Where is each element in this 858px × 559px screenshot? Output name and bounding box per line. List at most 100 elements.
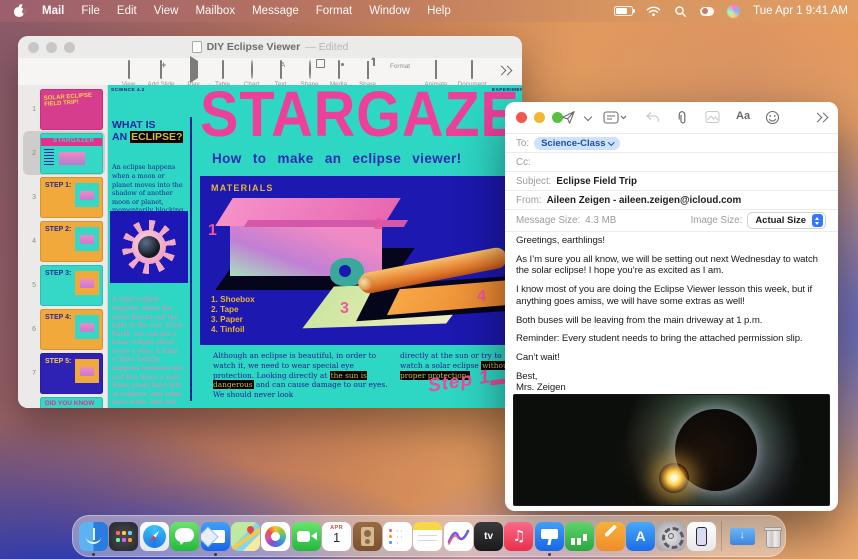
dock-music[interactable]: ♫ [504, 522, 533, 551]
slide-heading-line2: AN ECLIPSE? [112, 131, 190, 143]
menu-help[interactable]: Help [427, 5, 451, 17]
materials-item: 2. Tape [211, 305, 255, 315]
body-signature: Mrs. Zeigen [516, 382, 828, 393]
view-button[interactable]: View [114, 61, 143, 88]
dock-freeform[interactable] [444, 522, 473, 551]
slide-thumbnail-3[interactable]: STEP 1: [40, 177, 103, 218]
slide-thumbnail-6[interactable]: STEP 4: [40, 309, 103, 350]
mail-message-body[interactable]: Greetings, earthlings! As I’m sure you a… [516, 235, 828, 393]
dock-separator [721, 521, 722, 551]
dock-pages[interactable] [596, 522, 625, 551]
dock-photos[interactable] [261, 522, 290, 551]
dock-system-settings[interactable] [656, 522, 685, 551]
dock-iphone-mirroring[interactable] [687, 522, 716, 551]
dock-launchpad[interactable] [109, 522, 138, 551]
shape-button[interactable]: Shape [295, 61, 324, 88]
toolbar-overflow-chevron-icon[interactable] [498, 66, 512, 76]
dock-messages[interactable] [170, 522, 199, 551]
slide-thumbnail-1[interactable]: SOLAR ECLIPSE FIELD TRIP! [40, 89, 103, 130]
dock-calendar[interactable]: APR1 [322, 522, 351, 551]
battery-icon[interactable] [614, 6, 633, 16]
siri-icon[interactable] [727, 5, 740, 18]
from-value: Aileen Zeigen - aileen.zeigen@icloud.com [547, 195, 742, 206]
slide-thumbnail-2[interactable]: STARGAZER [40, 133, 103, 174]
recipient-token[interactable]: Science-Class [534, 137, 620, 150]
menu-file[interactable]: File [81, 5, 100, 17]
animate-button[interactable]: Animate [418, 61, 454, 88]
dock-maps[interactable] [231, 522, 260, 551]
control-center-icon[interactable] [700, 7, 714, 16]
cc-field[interactable]: Cc: [505, 152, 838, 172]
chart-button[interactable]: Chart [237, 61, 266, 88]
dock-numbers[interactable] [565, 522, 594, 551]
body-signoff: Best, [516, 371, 828, 383]
format-text-button[interactable]: Aa [736, 110, 750, 122]
dock-app-store[interactable]: A [626, 522, 655, 551]
emoji-icon[interactable] [765, 110, 780, 125]
close-button[interactable] [516, 112, 527, 123]
dock-keynote[interactable] [535, 522, 564, 551]
menu-edit[interactable]: Edit [117, 5, 137, 17]
material-number-4: 4 [477, 288, 486, 306]
toolbar-overflow-chevron-icon[interactable] [814, 113, 828, 123]
dock-finder[interactable] [79, 522, 108, 551]
dock-apple-tv[interactable]: tv [474, 522, 503, 551]
send-icon[interactable] [561, 110, 576, 125]
close-button[interactable] [28, 42, 39, 53]
body-paragraph: As I’m sure you all know, we will be set… [516, 254, 828, 277]
dock-downloads[interactable] [728, 522, 757, 551]
table-button[interactable]: Table [208, 61, 237, 88]
dock-mail[interactable] [201, 522, 230, 551]
subject-field[interactable]: Subject: Eclipse Field Trip [505, 171, 838, 191]
slide-canvas[interactable]: SCIENCE 4.2 EXPERIMENT #11 WHAT IS AN EC… [108, 85, 522, 408]
dock-trash[interactable] [758, 522, 787, 551]
subject-value: Eclipse Field Trip [556, 176, 637, 187]
materials-list: 1. Shoebox 2. Tape 3. Paper 4. Tinfoil [211, 295, 255, 335]
materials-panel: MATERIALS 1 2 3 4 1. Shoebox [200, 176, 522, 345]
slide-paragraph-solar: A solar eclipse happens when the moon bl… [112, 295, 187, 408]
minimize-button[interactable] [534, 112, 545, 123]
wifi-icon[interactable] [646, 5, 661, 17]
menu-view[interactable]: View [154, 5, 179, 17]
send-options-chevron-icon[interactable] [584, 113, 592, 121]
text-button[interactable]: Text [266, 61, 295, 88]
from-field[interactable]: From: Aileen Zeigen - aileen.zeigen@iclo… [505, 190, 838, 210]
share-button[interactable]: Share [353, 61, 382, 88]
shape-icon [309, 60, 311, 79]
to-field[interactable]: To: Science-Class [505, 133, 838, 153]
format-button[interactable]: Format [382, 61, 418, 70]
slide-thumbnail-7[interactable]: STEP 5: [40, 353, 103, 394]
dock: APR1 tv ♫ A [72, 515, 786, 557]
menu-message[interactable]: Message [252, 5, 299, 17]
minimize-button[interactable] [46, 42, 57, 53]
document-button[interactable]: Document [454, 61, 490, 88]
dock-contacts[interactable] [353, 522, 382, 551]
slide-thumbnail-4[interactable]: STEP 2: [40, 221, 103, 262]
menu-mailbox[interactable]: Mailbox [195, 5, 235, 17]
zoom-button[interactable] [64, 42, 75, 53]
menu-app-mail[interactable]: Mail [42, 5, 64, 17]
apple-menu-icon[interactable] [14, 5, 25, 17]
dock-reminders[interactable] [383, 522, 412, 551]
eclipse-photo-attachment[interactable] [513, 394, 830, 506]
add-slide-button[interactable]: Add Slide [143, 61, 179, 88]
image-size-dropdown[interactable]: Actual Size [747, 212, 826, 229]
play-button[interactable]: Play [179, 61, 208, 88]
header-fields-icon[interactable] [603, 110, 627, 125]
attach-icon[interactable] [675, 110, 689, 126]
token-chevron-icon [608, 139, 614, 145]
window-title: DIY Eclipse Viewer [207, 41, 301, 53]
dock-safari[interactable] [140, 522, 169, 551]
slide-heading-line1: WHAT IS [112, 119, 190, 131]
dock-notes[interactable] [413, 522, 442, 551]
slide-thumbnail-8[interactable]: DID YOU KNOW [40, 397, 103, 409]
menu-window[interactable]: Window [369, 5, 410, 17]
slide-thumbnail-5[interactable]: STEP 3: [40, 265, 103, 306]
menu-bar-clock[interactable]: Tue Apr 1 9:41 AM [753, 5, 848, 17]
body-paragraph: Reminder: Every student needs to bring t… [516, 333, 828, 345]
menu-format[interactable]: Format [316, 5, 352, 17]
keynote-window: DIY Eclipse Viewer — Edited View Add Sli… [18, 36, 522, 408]
search-icon[interactable] [674, 5, 687, 18]
media-button[interactable]: Media [324, 61, 353, 88]
dock-facetime[interactable] [292, 522, 321, 551]
